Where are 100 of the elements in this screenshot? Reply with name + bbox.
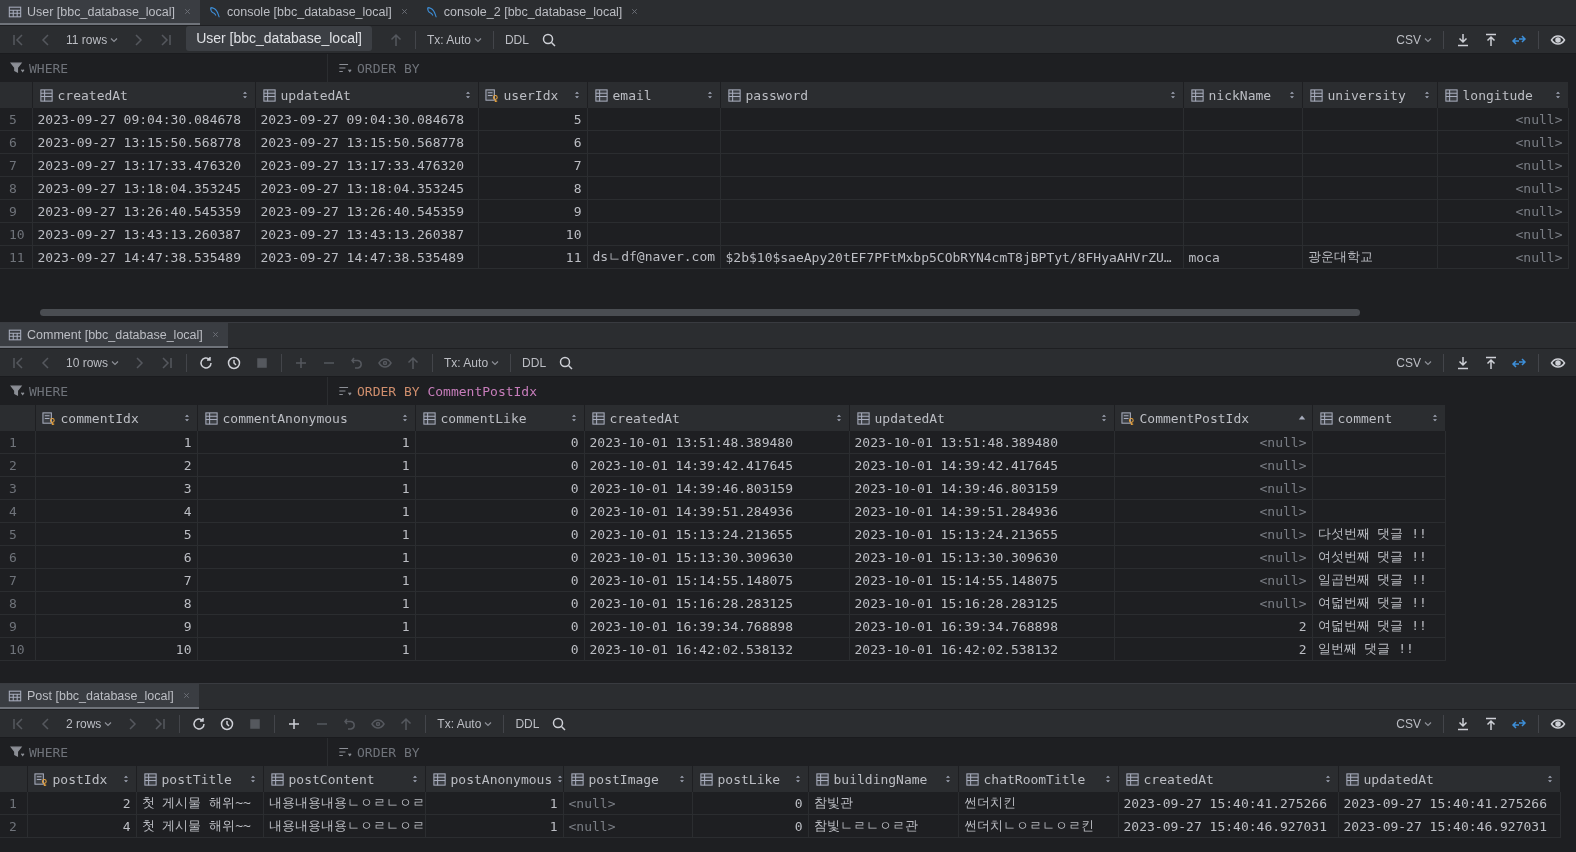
column-icon bbox=[1318, 410, 1334, 426]
column-header[interactable]: commentAnonymous bbox=[197, 405, 415, 431]
editor-tab[interactable]: User [bbc_database_local] bbox=[0, 0, 200, 25]
sort-icon[interactable] bbox=[248, 774, 257, 784]
transaction-mode-dropdown[interactable]: Tx: Auto bbox=[420, 28, 488, 51]
sort-icon[interactable] bbox=[943, 774, 952, 784]
column-header[interactable]: userIdx bbox=[478, 82, 587, 108]
editor-tab[interactable]: console [bbc_database_local] bbox=[200, 0, 417, 25]
sort-icon[interactable] bbox=[1287, 90, 1296, 100]
where-field[interactable]: WHERE bbox=[29, 744, 229, 760]
sort-icon[interactable] bbox=[1103, 774, 1112, 784]
transaction-mode-dropdown[interactable]: Tx: Auto bbox=[431, 712, 499, 735]
column-header[interactable]: createdAt bbox=[584, 405, 849, 431]
sort-icon[interactable] bbox=[1297, 413, 1306, 423]
column-header[interactable]: postImage bbox=[563, 766, 692, 792]
column-header[interactable]: postTitle bbox=[136, 766, 263, 792]
column-header[interactable]: email bbox=[587, 82, 720, 108]
download-icon[interactable] bbox=[1455, 354, 1471, 371]
sort-icon[interactable] bbox=[1422, 90, 1431, 100]
history-icon[interactable] bbox=[226, 354, 243, 371]
reload-icon[interactable] bbox=[198, 354, 215, 371]
order-by-field[interactable]: ORDER BY CommentPostIdx bbox=[357, 383, 538, 399]
page-size-dropdown[interactable]: 2 rows bbox=[60, 712, 119, 735]
sort-icon[interactable] bbox=[1099, 413, 1108, 423]
row-number: 8 bbox=[0, 176, 32, 200]
horizontal-scrollbar[interactable] bbox=[40, 309, 1360, 316]
column-header[interactable]: commentLike bbox=[415, 405, 584, 431]
column-header[interactable]: nickName bbox=[1183, 82, 1302, 108]
table-cell: 1 bbox=[401, 503, 410, 519]
column-header[interactable]: comment bbox=[1312, 405, 1445, 431]
filter-icon bbox=[9, 384, 25, 398]
sort-icon[interactable] bbox=[569, 413, 578, 423]
column-header[interactable]: createdAt bbox=[1118, 766, 1338, 792]
sort-icon[interactable] bbox=[705, 90, 714, 100]
column-header[interactable]: CommentPostIdx bbox=[1114, 405, 1312, 431]
column-header[interactable]: postAnonymous bbox=[425, 766, 563, 792]
column-header[interactable]: updatedAt bbox=[255, 82, 478, 108]
upload-icon[interactable] bbox=[1483, 31, 1499, 48]
editor-tab[interactable]: Comment [bbc_database_local] bbox=[0, 323, 228, 348]
download-icon[interactable] bbox=[1455, 715, 1471, 732]
search-icon[interactable] bbox=[551, 715, 568, 732]
sort-icon[interactable] bbox=[1323, 774, 1332, 784]
column-icon bbox=[142, 771, 158, 787]
sort-icon[interactable] bbox=[1553, 90, 1562, 100]
table-cell: 2 bbox=[1298, 618, 1307, 634]
where-field[interactable]: WHERE bbox=[29, 383, 229, 399]
column-header[interactable]: buildingName bbox=[808, 766, 958, 792]
page-size-dropdown[interactable]: 11 rows bbox=[60, 28, 125, 51]
search-icon[interactable] bbox=[540, 31, 557, 48]
ddl-button[interactable]: DDL bbox=[509, 712, 546, 735]
column-header[interactable]: createdAt bbox=[32, 82, 255, 108]
column-header[interactable]: updatedAt bbox=[1338, 766, 1560, 792]
ddl-button[interactable]: DDL bbox=[498, 28, 535, 51]
column-header[interactable]: chatRoomTitle bbox=[958, 766, 1118, 792]
table-cell: 2023-10-01 15:13:30.309630 bbox=[589, 549, 793, 565]
sort-icon[interactable] bbox=[793, 774, 802, 784]
tab-label: Comment [bbc_database_local] bbox=[27, 327, 203, 342]
ddl-button[interactable]: DDL bbox=[516, 351, 553, 374]
sort-icon[interactable] bbox=[400, 413, 409, 423]
row-number: 6 bbox=[0, 545, 35, 569]
order-by-field[interactable]: ORDER BY bbox=[357, 744, 557, 760]
sort-icon[interactable] bbox=[463, 90, 472, 100]
column-header[interactable]: commentIdx bbox=[35, 405, 197, 431]
search-icon[interactable] bbox=[558, 354, 575, 371]
sort-icon[interactable] bbox=[121, 774, 130, 784]
sort-icon[interactable] bbox=[182, 413, 191, 423]
sort-icon[interactable] bbox=[1168, 90, 1177, 100]
export-format-dropdown[interactable]: CSV bbox=[1390, 712, 1438, 735]
column-header[interactable]: longitude bbox=[1437, 82, 1568, 108]
reload-icon[interactable] bbox=[191, 715, 208, 732]
page-size-dropdown[interactable]: 10 rows bbox=[60, 351, 126, 374]
column-header[interactable]: postLike bbox=[692, 766, 808, 792]
export-format-dropdown[interactable]: CSV bbox=[1390, 351, 1438, 374]
sort-icon[interactable] bbox=[572, 90, 581, 100]
download-icon[interactable] bbox=[1455, 31, 1471, 48]
sort-icon[interactable] bbox=[240, 90, 249, 100]
sort-icon[interactable] bbox=[1545, 774, 1554, 784]
export-format-dropdown[interactable]: CSV bbox=[1390, 28, 1438, 51]
upload-icon[interactable] bbox=[1483, 354, 1499, 371]
table-cell: 다섯번째 댓글 !! bbox=[1317, 526, 1427, 541]
column-header[interactable]: postContent bbox=[263, 766, 425, 792]
upload-icon[interactable] bbox=[1483, 715, 1499, 732]
row-number: 3 bbox=[0, 476, 35, 500]
table-cell: 2023-10-01 13:51:48.389480 bbox=[589, 434, 793, 450]
column-header[interactable]: updatedAt bbox=[849, 405, 1114, 431]
column-header[interactable]: university bbox=[1302, 82, 1437, 108]
sort-icon[interactable] bbox=[834, 413, 843, 423]
column-header[interactable]: postIdx bbox=[27, 766, 136, 792]
sort-icon[interactable] bbox=[410, 774, 419, 784]
history-icon[interactable] bbox=[219, 715, 236, 732]
editor-tab[interactable]: console_2 [bbc_database_local] bbox=[416, 0, 648, 25]
sort-icon[interactable] bbox=[1430, 413, 1439, 423]
order-by-field[interactable]: ORDER BY bbox=[357, 60, 557, 76]
where-field[interactable]: WHERE bbox=[29, 60, 229, 76]
transaction-mode-dropdown[interactable]: Tx: Auto bbox=[438, 351, 506, 374]
column-header[interactable]: password bbox=[720, 82, 1183, 108]
row-number: 1 bbox=[0, 431, 35, 454]
column-name: commentAnonymous bbox=[222, 410, 348, 426]
sort-icon[interactable] bbox=[677, 774, 686, 784]
editor-tab[interactable]: Post [bbc_database_local] bbox=[0, 684, 199, 709]
